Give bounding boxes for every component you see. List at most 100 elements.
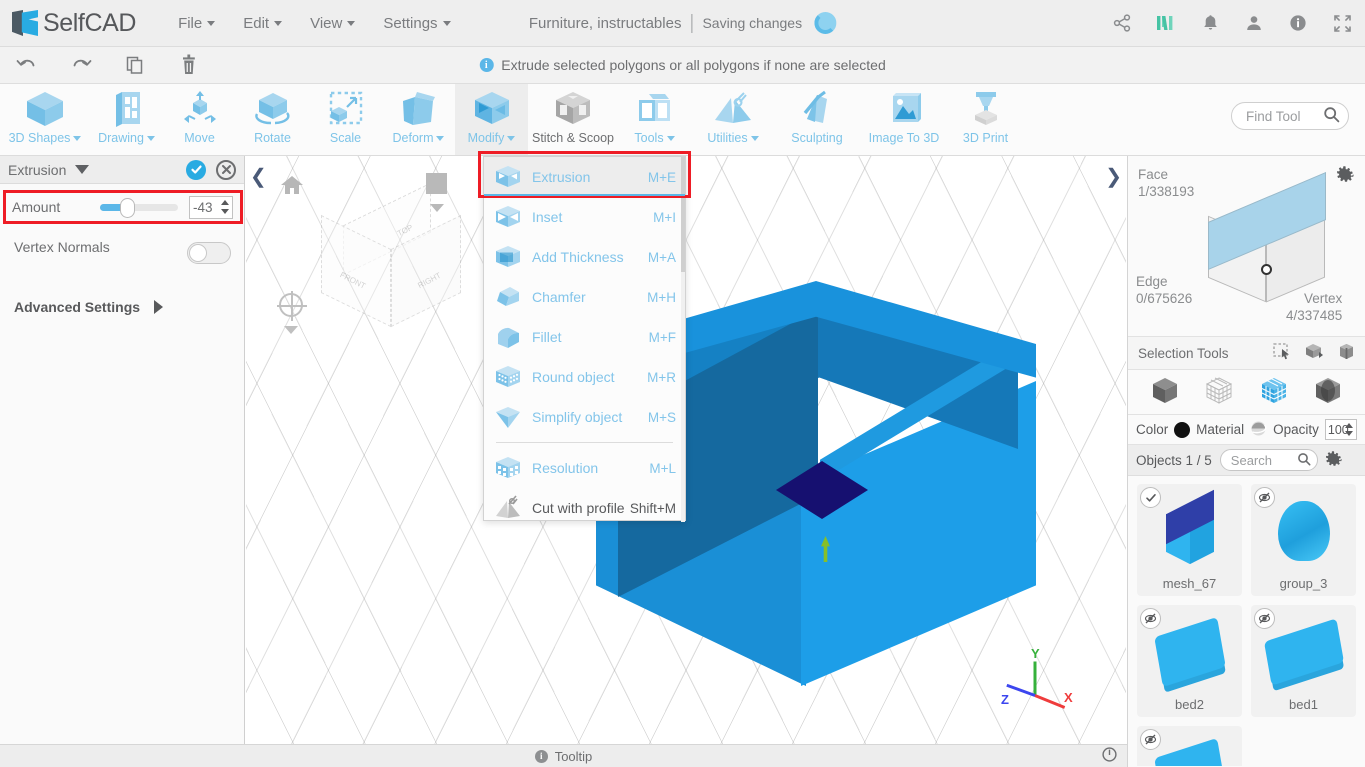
object-mode-icon[interactable] xyxy=(1150,376,1180,409)
ribbon-utilities[interactable]: Utilities xyxy=(691,84,775,155)
undo-icon[interactable] xyxy=(0,55,54,75)
amount-highlight-box xyxy=(3,190,243,224)
chevron-down-icon[interactable] xyxy=(284,326,298,334)
menu-item-chamfer[interactable]: Chamfer M+H xyxy=(484,277,685,317)
ribbon-scale[interactable]: Scale xyxy=(309,84,382,155)
ribbon-deform-label: Deform xyxy=(392,131,434,145)
top-icon-bar xyxy=(1111,12,1353,34)
menu-settings[interactable]: Settings xyxy=(369,11,464,36)
ribbon-drawing[interactable]: Drawing xyxy=(90,84,163,155)
advanced-settings-row[interactable]: Advanced Settings xyxy=(14,299,164,315)
dropdown-scrollbar[interactable] xyxy=(681,157,685,522)
ribbon-3d-print-label: 3D Print xyxy=(962,131,1009,145)
search-icon xyxy=(1323,106,1340,126)
chevron-down-icon xyxy=(666,136,675,142)
app-logo[interactable]: SelfCAD xyxy=(12,9,136,38)
ribbon-tools[interactable]: Tools xyxy=(618,84,691,155)
selection-info-diagram: Face 1/338193 Edge 0/675626 Vertex 4/337… xyxy=(1128,156,1365,336)
chevron-left-icon[interactable]: ❮ xyxy=(250,164,267,189)
saving-spinner-icon xyxy=(814,12,837,34)
3d-viewport[interactable]: ❮ ❯ TOP FRONT RIGHT Y X Z xyxy=(246,156,1126,744)
delete-icon[interactable] xyxy=(162,54,216,76)
box-select-icon[interactable] xyxy=(1305,343,1324,363)
selection-tools-row: Selection Tools xyxy=(1128,336,1365,370)
pivot-target-icon[interactable] xyxy=(277,291,307,321)
menu-item-cut-with-profile-label: Cut with profile xyxy=(532,500,625,516)
view-preset-button[interactable] xyxy=(426,173,447,194)
menu-edit[interactable]: Edit xyxy=(229,11,296,36)
menu-list: File Edit View Settings xyxy=(164,11,464,36)
fullscreen-icon[interactable] xyxy=(1331,12,1353,34)
medium-icon[interactable] xyxy=(1155,12,1177,34)
find-tool-input[interactable]: Find Tool xyxy=(1231,102,1349,130)
panel-title: Extrusion xyxy=(8,161,67,178)
vertex-normals-toggle[interactable] xyxy=(187,242,231,264)
chevron-down-icon[interactable] xyxy=(75,165,90,174)
object-card-mesh67[interactable]: mesh_67 xyxy=(1137,484,1242,596)
rect-select-icon[interactable] xyxy=(1273,343,1291,363)
power-icon[interactable] xyxy=(1102,747,1117,765)
menu-item-inset-label: Inset xyxy=(532,209,563,225)
menu-item-fillet[interactable]: Fillet M+F xyxy=(484,317,685,357)
polygon-mode-icon[interactable] xyxy=(1259,376,1289,409)
ribbon-modify[interactable]: Modify xyxy=(455,84,528,155)
confirm-button[interactable] xyxy=(186,159,206,180)
ribbon-3d-print[interactable]: 3D Print xyxy=(949,84,1022,155)
menu-item-add-thickness[interactable]: Add Thickness M+A xyxy=(484,237,685,277)
status-tooltip: i Extrude selected polygons or all polyg… xyxy=(479,57,886,73)
menu-item-cut-with-profile[interactable]: Cut with profile Shift+M xyxy=(484,488,685,528)
document-name[interactable]: Furniture, instructables xyxy=(529,15,682,32)
menu-item-extrusion-shortcut: M+E xyxy=(647,169,676,185)
menu-item-extrusion-label: Extrusion xyxy=(532,169,591,185)
selfcad-logo-icon xyxy=(12,9,38,37)
menu-item-resolution[interactable]: Resolution M+L xyxy=(484,448,685,488)
object-card-bed1[interactable]: bed1 xyxy=(1251,605,1356,717)
navigation-cube[interactable]: TOP FRONT RIGHT xyxy=(321,182,461,328)
object-card-group3[interactable]: group_3 xyxy=(1251,484,1356,596)
menu-item-extrusion[interactable]: Extrusion M+E xyxy=(484,157,685,197)
home-icon[interactable] xyxy=(280,174,304,199)
gear-icon[interactable] xyxy=(1337,166,1354,186)
info-icon[interactable] xyxy=(1287,12,1309,34)
chevron-down-icon xyxy=(347,21,356,27)
ribbon-deform[interactable]: Deform xyxy=(382,84,455,155)
object-card-bed2[interactable]: bed2 xyxy=(1137,605,1242,717)
cancel-button[interactable] xyxy=(216,159,236,180)
object-card-partial[interactable] xyxy=(1137,726,1242,766)
opacity-stepper[interactable] xyxy=(1342,421,1355,438)
ribbon-3d-shapes[interactable]: 3D Shapes xyxy=(0,84,90,155)
menu-file[interactable]: File xyxy=(164,11,229,36)
ribbon-image-to-3d[interactable]: Image To 3D xyxy=(859,84,949,155)
tool-settings-panel: Extrusion Amount -43 Vertex Normals Adva… xyxy=(0,156,245,744)
menu-item-chamfer-label: Chamfer xyxy=(532,289,586,305)
ribbon-rotate[interactable]: Rotate xyxy=(236,84,309,155)
chevron-right-icon[interactable]: ❯ xyxy=(1105,164,1122,189)
objects-settings-gear-icon[interactable] xyxy=(1325,450,1342,470)
ribbon-stitch-scoop[interactable]: Stitch & Scoop xyxy=(528,84,618,155)
modify-dropdown-menu: Extrusion M+E Inset M+I Add Thickness M+… xyxy=(483,156,686,522)
user-icon[interactable] xyxy=(1243,12,1265,34)
opacity-input[interactable]: 100 xyxy=(1324,419,1357,440)
vertex-mode-icon[interactable] xyxy=(1313,376,1343,409)
divider xyxy=(691,13,693,33)
menu-view[interactable]: View xyxy=(296,11,369,36)
panel-header: Extrusion xyxy=(0,156,244,184)
copy-icon[interactable] xyxy=(108,55,162,75)
share-icon[interactable] xyxy=(1111,12,1133,34)
menu-item-inset[interactable]: Inset M+I xyxy=(484,197,685,237)
menu-item-round-object[interactable]: Round object M+R xyxy=(484,357,685,397)
lasso-select-icon[interactable] xyxy=(1338,343,1355,363)
redo-icon[interactable] xyxy=(54,55,108,75)
axis-x-label: X xyxy=(1064,690,1073,705)
menu-edit-label: Edit xyxy=(243,14,270,32)
objects-search-input[interactable]: Search xyxy=(1219,449,1318,471)
chevron-down-icon[interactable] xyxy=(430,204,444,212)
ribbon-move[interactable]: Move xyxy=(163,84,236,155)
material-icon[interactable] xyxy=(1250,420,1267,440)
wireframe-mode-icon[interactable] xyxy=(1204,376,1234,409)
color-swatch[interactable] xyxy=(1174,421,1191,438)
bed-thumbnail-icon xyxy=(1137,613,1242,691)
bell-icon[interactable] xyxy=(1199,12,1221,34)
menu-item-simplify-object[interactable]: Simplify object M+S xyxy=(484,397,685,437)
ribbon-sculpting[interactable]: Sculpting xyxy=(775,84,859,155)
